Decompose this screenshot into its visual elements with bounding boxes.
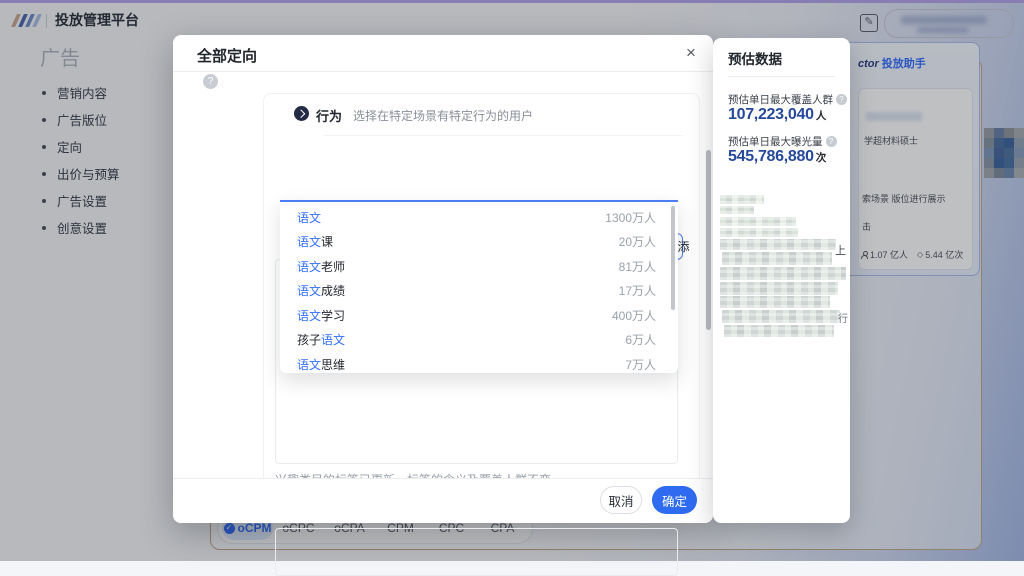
behavior-section-desc: 选择在特定场景有特定行为的用户: [353, 107, 533, 124]
estimate-panel: 预估数据 预估单日最大覆盖人群? 107,223,040人 预估单日最大曝光量?…: [713, 38, 850, 523]
interest-option[interactable]: 语文老师 81万人: [280, 254, 678, 279]
option-name: 语文学习: [297, 307, 345, 324]
option-name: 语文老师: [297, 258, 345, 275]
interest-option[interactable]: 语文学习 400万人: [280, 303, 678, 328]
text-fragment: 上: [835, 242, 846, 258]
option-audience-count: 6万人: [625, 331, 656, 348]
redacted-block: [720, 217, 796, 226]
close-icon[interactable]: ×: [686, 44, 696, 62]
redacted-block: [722, 252, 832, 265]
panel-divider: [728, 76, 835, 77]
option-audience-count: 20万人: [619, 233, 656, 250]
metric-label: 预估单日最大曝光量?: [728, 134, 837, 149]
metric-value: 545,786,880次: [728, 148, 826, 166]
intent-selection-box[interactable]: [275, 528, 678, 576]
interest-option[interactable]: 语文思维 7万人: [280, 352, 678, 377]
redacted-block: [720, 195, 764, 204]
interest-option[interactable]: 语文课 20万人: [280, 230, 678, 255]
redacted-block: [720, 296, 830, 308]
behavior-section-label: 行为: [316, 106, 342, 125]
option-audience-count: 1300万人: [605, 209, 656, 226]
option-name: 孩子语文: [297, 331, 345, 348]
interest-option[interactable]: 语文成绩 17万人: [280, 279, 678, 304]
text-fragment: 行: [838, 310, 848, 325]
interest-search-dropdown: 语文 1300万人语文课 20万人语文老师 81万人语文成绩 17万人语文学习 400万人…: [280, 200, 678, 373]
redacted-block: [720, 228, 798, 237]
option-name: 语文课: [297, 233, 333, 250]
estimate-panel-title: 预估数据: [728, 48, 782, 68]
cancel-button[interactable]: 取消: [600, 486, 642, 514]
modal-footer: 取消 确定: [173, 478, 713, 523]
confirm-button[interactable]: 确定: [652, 486, 697, 514]
modal-scrollbar[interactable]: [706, 150, 711, 330]
redacted-block: [720, 282, 838, 295]
redacted-block: [720, 239, 836, 250]
help-icon[interactable]: ?: [836, 94, 847, 105]
dropdown-scrollbar[interactable]: [671, 206, 675, 310]
redacted-block: [722, 310, 840, 323]
option-audience-count: 7万人: [625, 356, 656, 373]
option-name: 语文成绩: [297, 282, 345, 299]
option-audience-count: 400万人: [612, 307, 656, 324]
option-audience-count: 81万人: [619, 258, 656, 275]
help-icon[interactable]: ?: [203, 74, 218, 89]
chevron-right-icon[interactable]: [294, 106, 309, 121]
option-audience-count: 17万人: [619, 282, 656, 299]
redacted-block: [720, 267, 846, 280]
targeting-modal: 全部定向 × ? 行为 选择在特定场景有特定行为的用户 兴趣 语文 + 批量添加…: [173, 35, 713, 523]
option-name: 语文思维: [297, 356, 345, 373]
metric-label: 预估单日最大覆盖人群?: [728, 92, 847, 107]
interest-option[interactable]: 孩子语文 6万人: [280, 328, 678, 353]
section-divider: [324, 135, 683, 136]
redacted-block: [720, 206, 754, 214]
help-icon[interactable]: ?: [826, 136, 837, 147]
redacted-block: [724, 325, 834, 337]
modal-header: 全部定向 ×: [173, 35, 713, 72]
metric-value: 107,223,040人: [728, 106, 826, 124]
option-name: 语文: [297, 209, 321, 226]
modal-title: 全部定向: [197, 45, 257, 66]
interest-option[interactable]: 语文 1300万人: [280, 205, 678, 230]
